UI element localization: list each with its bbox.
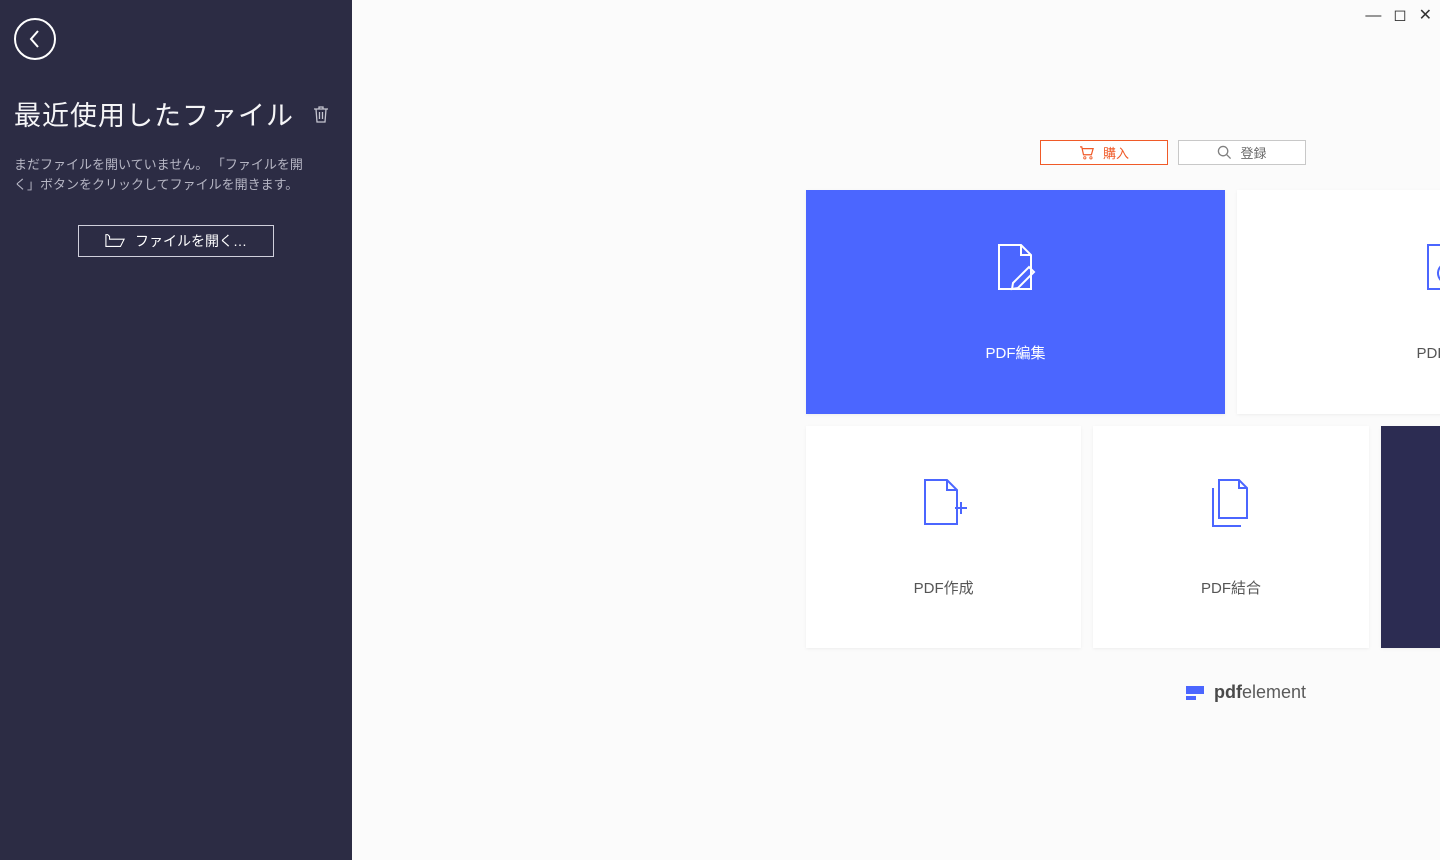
tile-label: PDF作成 <box>914 577 974 598</box>
tile-label: PDF変換 <box>1416 342 1440 363</box>
brand-mark-icon <box>1186 686 1204 700</box>
close-button[interactable]: ✕ <box>1417 6 1434 26</box>
search-icon <box>1217 145 1232 160</box>
document-stack-icon <box>1207 478 1255 528</box>
tile-pdf-create[interactable]: PDF作成 <box>806 426 1081 648</box>
sidebar: 最近使用したファイル まだファイルを開いていません。 「ファイルを開く」ボタンを… <box>0 0 352 860</box>
open-file-label: ファイルを開く… <box>135 231 247 251</box>
clear-recent-button[interactable] <box>312 104 330 124</box>
tile-pdf-convert[interactable]: PDF変換 <box>1237 190 1440 414</box>
chevron-left-icon <box>27 29 43 49</box>
recent-files-header: 最近使用したファイル <box>14 94 338 133</box>
brand-text: pdfelement <box>1214 682 1306 703</box>
buy-button[interactable]: 購入 <box>1040 140 1168 165</box>
register-label: 登録 <box>1240 143 1266 162</box>
document-convert-icon <box>1422 243 1440 293</box>
register-button[interactable]: 登録 <box>1178 140 1306 165</box>
maximize-button[interactable]: ◻ <box>1391 6 1408 26</box>
window-controls: — ◻ ✕ <box>1363 6 1434 26</box>
back-button[interactable] <box>14 18 56 60</box>
recent-files-title: 最近使用したファイル <box>14 94 294 133</box>
tile-pdf-combine[interactable]: PDF結合 <box>1093 426 1368 648</box>
tile-label: PDF結合 <box>1201 577 1261 598</box>
recent-files-empty-message: まだファイルを開いていません。 「ファイルを開く」ボタンをクリックしてファイルを… <box>14 155 314 195</box>
tile-pdf-template[interactable]: PDFテンプレート <box>1381 426 1440 648</box>
folder-open-icon <box>105 233 125 249</box>
document-edit-icon <box>993 243 1039 293</box>
open-file-button[interactable]: ファイルを開く… <box>78 225 274 257</box>
brand-logo: pdfelement <box>1186 682 1306 703</box>
main-area: — ◻ ✕ 購入 登録 PDF編集 <box>352 0 1440 860</box>
buy-label: 購入 <box>1103 143 1129 162</box>
trash-icon <box>312 104 330 124</box>
tile-label: PDF編集 <box>985 342 1045 363</box>
cart-icon <box>1079 146 1095 160</box>
top-actions: 購入 登録 <box>1040 140 1306 165</box>
minimize-button[interactable]: — <box>1363 6 1383 26</box>
tile-pdf-edit[interactable]: PDF編集 <box>806 190 1225 414</box>
document-plus-icon <box>921 478 967 528</box>
action-tiles: PDF編集 PDF変換 PDF作成 <box>806 190 1440 648</box>
